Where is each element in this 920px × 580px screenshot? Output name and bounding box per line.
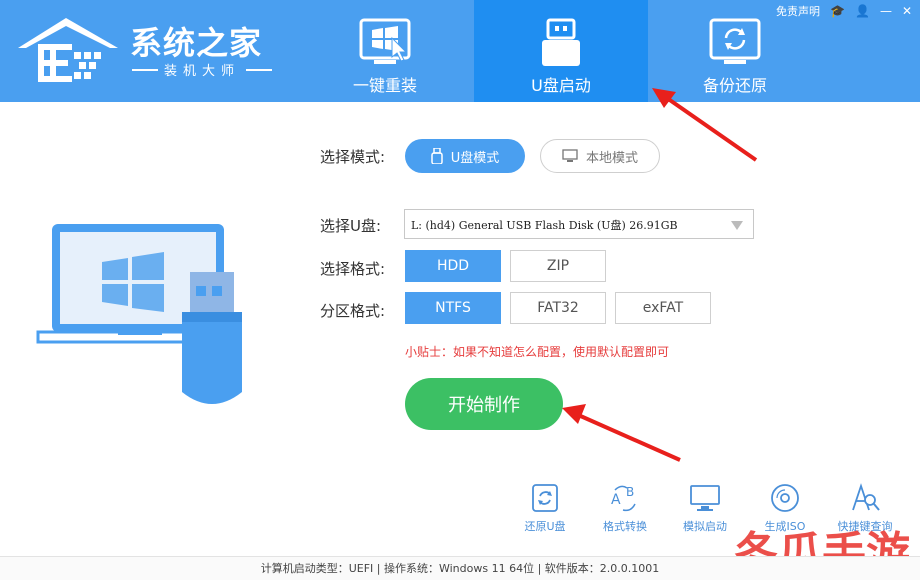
partition-exfat-button[interactable]: exFAT	[615, 292, 711, 324]
windows-monitor-icon	[359, 18, 411, 64]
window-controls: 免责声明 🎓 👤 — ✕	[776, 3, 912, 19]
partition-label: 分区格式:	[320, 302, 386, 320]
tab-label: U盘启动	[531, 76, 591, 95]
format-convert-icon: A B	[611, 485, 636, 512]
format-hdd-button[interactable]: HDD	[405, 250, 501, 282]
tab-one-key-reinstall[interactable]: 一键重装	[298, 0, 472, 102]
local-mode-label: 本地模式	[585, 150, 638, 166]
status-bar: 计算机启动类型：UEFI | 操作系统：Windows 11 64位 | 软件版…	[0, 556, 920, 580]
usb-drive-icon	[542, 18, 580, 66]
tool-label: 格式转换	[603, 520, 647, 533]
usb-stick-icon	[430, 148, 443, 164]
app-subtitle: 装机大师	[132, 60, 272, 79]
minimize-icon[interactable]: —	[880, 4, 892, 18]
header-bar: 系统之家 装机大师 一键重装 U盘启动 备份还原 免责声明 🎓 👤 — ✕	[0, 0, 920, 102]
tool-label: 还原U盘	[524, 520, 566, 533]
svg-text:A: A	[611, 492, 621, 508]
monitor-icon	[562, 149, 578, 162]
monitor-icon	[690, 485, 720, 511]
disc-icon	[771, 484, 799, 512]
laptop-usb-illustration	[36, 224, 242, 404]
backup-restore-icon	[709, 18, 761, 64]
user-icon[interactable]: 👤	[855, 4, 870, 18]
shortcut-search-icon	[852, 483, 880, 511]
partition-fat32-button[interactable]: FAT32	[510, 292, 606, 324]
tab-label: 一键重装	[352, 76, 417, 95]
app-title: 系统之家	[130, 24, 263, 62]
local-mode-button[interactable]: 本地模式	[540, 139, 660, 173]
disclaimer-link[interactable]: 免责声明	[776, 3, 820, 19]
house-logo-icon	[18, 18, 118, 82]
format-label: 选择格式:	[320, 260, 386, 278]
usb-disk-value: L: (hd4) General USB Flash Disk (U盘) 26.…	[411, 219, 678, 232]
app-logo: 系统之家 装机大师	[14, 10, 274, 92]
tool-restore-usb[interactable]: 还原U盘	[505, 482, 585, 538]
restore-usb-icon	[532, 484, 558, 512]
usb-mode-label: U盘模式	[450, 150, 500, 166]
red-arrow-annotation	[652, 88, 758, 162]
usb-disk-select[interactable]: L: (hd4) General USB Flash Disk (U盘) 26.…	[404, 209, 754, 239]
start-making-button[interactable]: 开始制作	[405, 378, 563, 430]
tab-usb-boot[interactable]: U盘启动	[474, 0, 648, 102]
mode-label: 选择模式:	[320, 148, 386, 166]
tool-format-convert[interactable]: A B 格式转换	[585, 482, 665, 538]
close-icon[interactable]: ✕	[902, 4, 912, 18]
red-arrow-annotation	[562, 404, 681, 462]
disk-label: 选择U盘:	[320, 217, 382, 235]
format-zip-button[interactable]: ZIP	[510, 250, 606, 282]
partition-ntfs-button[interactable]: NTFS	[405, 292, 501, 324]
usb-mode-button[interactable]: U盘模式	[405, 139, 525, 173]
status-text: 计算机启动类型：UEFI | 操作系统：Windows 11 64位 | 软件版…	[260, 562, 660, 575]
svg-text:B: B	[626, 485, 634, 499]
graduation-cap-icon[interactable]: 🎓	[830, 4, 845, 18]
dropdown-caret-icon[interactable]	[731, 221, 743, 230]
tip-text: 小贴士：如果不知道怎么配置，使用默认配置即可	[405, 345, 670, 359]
